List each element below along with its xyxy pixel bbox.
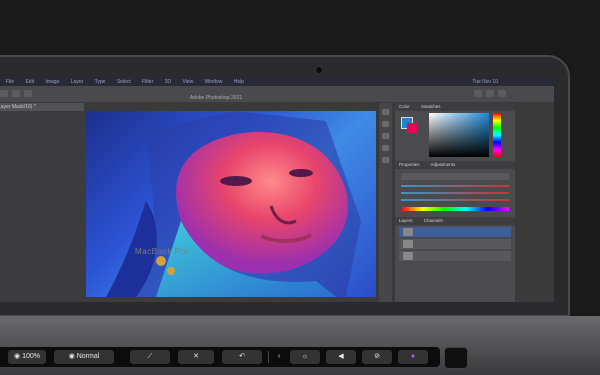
history-icon[interactable] (382, 109, 389, 115)
tool-panel-strip (379, 103, 392, 302)
layer-row[interactable] (399, 251, 511, 261)
layer-thumbnail (403, 252, 413, 260)
color-spectrum-bar (401, 207, 509, 211)
divider (268, 351, 269, 363)
brush-icon: ⟋ (147, 353, 153, 360)
photo-canvas[interactable] (86, 111, 376, 297)
play-button[interactable]: ◀ (326, 350, 356, 364)
menu-3d[interactable]: 3D (165, 79, 171, 85)
undo-icon: ↶ (239, 353, 245, 360)
menu-filter[interactable]: Filter (142, 79, 153, 85)
device-label: MacBook Pro (135, 247, 189, 256)
color-panel-tabs: Color Swatches (395, 103, 515, 111)
layers-panel-tabs: Layers Channels (395, 217, 515, 225)
clock: Tue Nov 10 (472, 79, 498, 85)
camera (315, 66, 323, 74)
tool-preset-icon[interactable] (12, 90, 20, 97)
blend-mode-icon: ◉ (68, 353, 77, 360)
collapse-button[interactable]: ‹ (272, 350, 286, 364)
options-bar: Adobe Photoshop 2021 (0, 86, 554, 102)
blend-mode-value: Normal (76, 353, 100, 360)
paragraph-icon[interactable] (382, 145, 389, 151)
tab-swatches[interactable]: Swatches (421, 104, 441, 109)
menu-edit[interactable]: Edit (25, 79, 34, 85)
color-picker-field[interactable] (429, 113, 489, 157)
eye-icon: ◉ (14, 353, 23, 360)
menu-view[interactable]: View (182, 79, 193, 85)
mute-icon: ⊘ (374, 353, 380, 360)
menu-type[interactable]: Type (95, 79, 106, 85)
siri-icon: ● (410, 353, 416, 360)
portrait-image (106, 111, 361, 297)
menu-file[interactable]: File (6, 79, 14, 85)
background-color-swatch[interactable] (407, 123, 417, 133)
brush-size-icon[interactable] (24, 90, 32, 97)
tab-layers[interactable]: Layers (399, 218, 413, 223)
hue-adjust-slider[interactable] (401, 185, 509, 187)
undo-button[interactable]: ↶ (222, 350, 262, 364)
blend-mode-button[interactable]: ◉ Normal (54, 350, 114, 364)
tab-channels[interactable]: Channels (424, 218, 443, 223)
document-tab[interactable]: Layer Mask/16) * (0, 103, 84, 111)
search-icon[interactable] (474, 90, 482, 97)
share-icon[interactable] (498, 90, 506, 97)
layer-row[interactable] (399, 239, 511, 249)
brush-settings-icon[interactable] (382, 133, 389, 139)
menu-select[interactable]: Select (117, 79, 131, 85)
window-title: Adobe Photoshop 2021 (189, 95, 243, 101)
character-icon[interactable] (382, 157, 389, 163)
siri-button[interactable]: ● (398, 350, 428, 364)
hue-slider[interactable] (493, 113, 501, 157)
screen: File Edit Image Layer Type Select Filter… (0, 77, 554, 302)
properties-panel-tabs: Properties Adjustments (395, 161, 515, 169)
layer-thumbnail (403, 228, 413, 236)
lightness-slider[interactable] (401, 199, 509, 201)
menu-layer[interactable]: Layer (71, 79, 84, 85)
tab-adjustments[interactable]: Adjustments (431, 162, 456, 167)
menu-image[interactable]: Image (45, 79, 59, 85)
home-icon[interactable] (0, 90, 8, 97)
laptop-lid: File Edit Image Layer Type Select Filter… (0, 55, 570, 317)
brightness-button[interactable]: ☼ (290, 350, 320, 364)
crop-icon: ✕ (193, 353, 199, 360)
layer-row[interactable] (399, 227, 511, 237)
workspace-icon[interactable] (486, 90, 494, 97)
tab-color[interactable]: Color (399, 104, 410, 109)
zoom-value: 100% (22, 353, 40, 360)
layer-thumbnail (403, 240, 413, 248)
right-panels: Color Swatches Properties Adjustments La… (395, 103, 515, 302)
saturation-slider[interactable] (401, 192, 509, 194)
crop-button[interactable]: ✕ (178, 350, 214, 364)
preset-dropdown[interactable] (401, 173, 509, 180)
brightness-icon: ☼ (301, 353, 309, 360)
properties-panel: Properties Adjustments Layers Channels (395, 161, 515, 263)
touch-bar: ◉ 100% ◉ Normal ⟋ ✕ ↶ ‹ ☼ ◀ ⊘ ● (0, 347, 440, 367)
mute-button[interactable]: ⊘ (362, 350, 392, 364)
touch-id-sensor[interactable] (444, 347, 468, 369)
chevron-left-icon: ‹ (277, 353, 281, 360)
brush-button[interactable]: ⟋ (130, 350, 170, 364)
menu-window[interactable]: Window (205, 79, 223, 85)
info-icon[interactable] (382, 121, 389, 127)
tab-properties[interactable]: Properties (399, 162, 420, 167)
menu-help[interactable]: Help (234, 79, 244, 85)
play-icon: ◀ (338, 353, 344, 360)
zoom-button[interactable]: ◉ 100% (8, 350, 46, 364)
